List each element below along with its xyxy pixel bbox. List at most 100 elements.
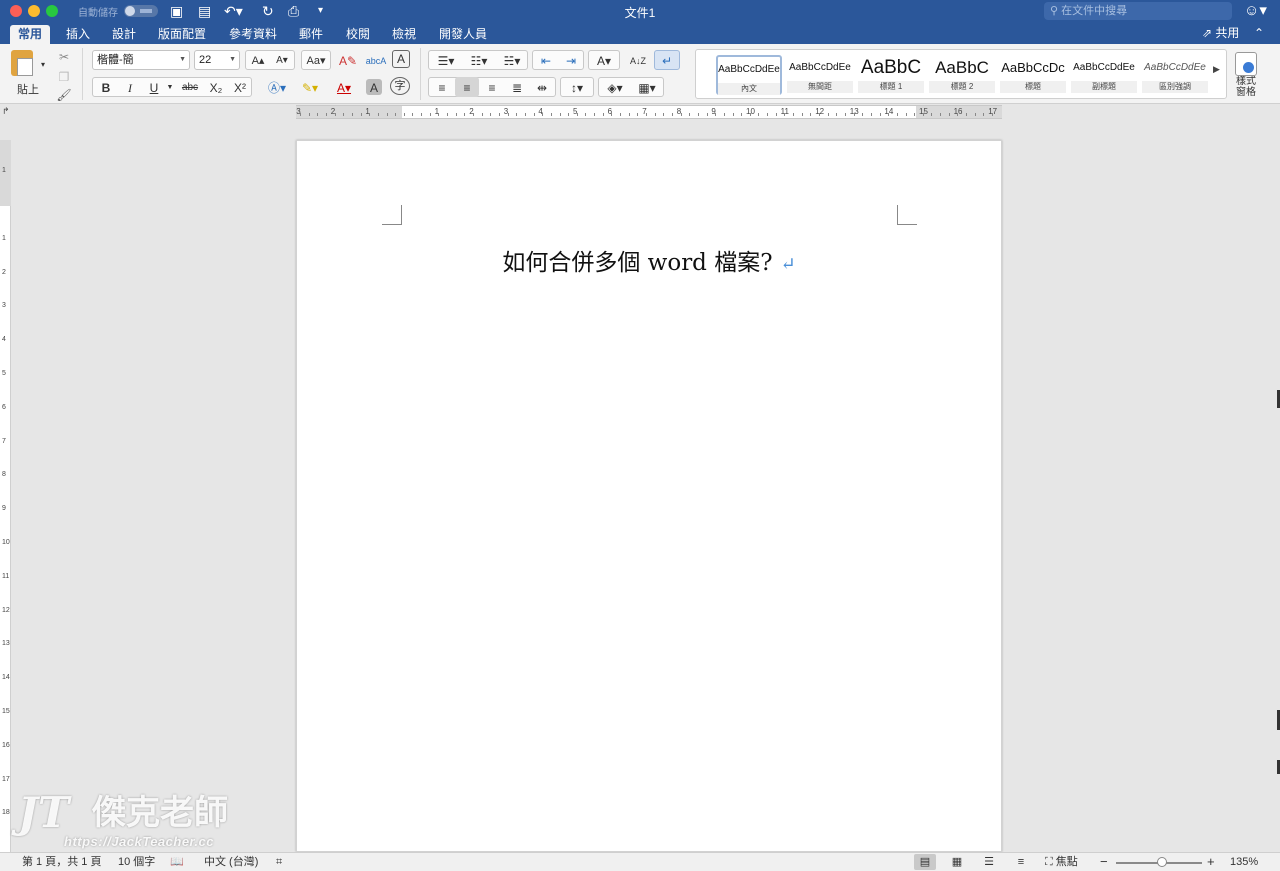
style-heading-1[interactable]: AaBbC 標題 1 (858, 55, 924, 95)
align-center-icon[interactable]: ≡ (455, 77, 479, 97)
borders-icon[interactable]: ▦▾ (632, 77, 662, 97)
font-size-select[interactable]: 22 ▼ (194, 50, 240, 70)
ruler-tick (706, 113, 708, 116)
cut-icon[interactable]: ✂ (54, 46, 74, 66)
decrease-indent-icon[interactable]: ⇤ (534, 50, 558, 70)
copy-icon[interactable]: ❐ (54, 66, 74, 86)
text-direction-icon[interactable]: A▾ (590, 50, 618, 70)
sort-icon[interactable]: A↓Z (626, 50, 650, 70)
ruler-tick (421, 113, 423, 116)
superscript-button[interactable]: X² (229, 77, 251, 97)
vertical-ruler-number: 9 (2, 505, 6, 513)
tab-review[interactable]: 校閱 (338, 25, 378, 44)
document-page[interactable]: 如何合併多個 word 檔案? ↵ (296, 140, 1002, 852)
phonetic-guide-icon[interactable]: abcA (364, 50, 388, 70)
line-spacing-icon[interactable]: ↕▾ (562, 77, 592, 97)
page-count[interactable]: 第 1 頁，共 1 頁 (22, 853, 101, 871)
web-layout-view-button[interactable]: ▦ (946, 854, 968, 870)
share-button[interactable]: ⇗ 共用 (1202, 25, 1239, 42)
redo-icon[interactable]: ↻ (262, 2, 274, 20)
sidebar-toggle-icon[interactable]: ▣ (170, 2, 183, 20)
search-input[interactable]: ⚲ 在文件中搜尋 (1044, 2, 1232, 20)
ruler-tick (663, 113, 665, 116)
tab-references[interactable]: 參考資料 (221, 25, 285, 44)
horizontal-ruler[interactable]: 3 2 1 1 2 3 4 5 6 7 8 9 10 11 12 13 14 15 16 17 (296, 105, 1002, 119)
bullets-icon[interactable]: ☰▾ (430, 50, 462, 70)
style-subtle-emphasis[interactable]: AaBbCcDdEe 區別強調 (1142, 55, 1208, 95)
tab-view[interactable]: 檢視 (384, 25, 424, 44)
style-normal[interactable]: AaBbCcDdEe 內文 (716, 55, 782, 95)
focus-mode-button[interactable]: ⛶ 焦點 (1045, 853, 1078, 871)
change-case-button[interactable]: Aa▾ (303, 50, 329, 70)
character-border-icon[interactable]: A (392, 50, 410, 68)
paste-icon[interactable] (11, 50, 33, 76)
highlight-color-icon[interactable]: ✎▾ (294, 77, 326, 97)
word-count[interactable]: 10 個字 (118, 853, 155, 871)
ruler-tick (715, 113, 717, 116)
strikethrough-button[interactable]: abc (177, 77, 203, 97)
font-name-select[interactable]: 楷體-簡 ▼ (92, 50, 190, 70)
distributed-icon[interactable]: ⇹ (530, 77, 554, 97)
vertical-ruler[interactable]: 1 1 2 3 4 5 6 7 8 9 10 11 12 13 14 15 16 17 18 (0, 140, 11, 852)
outline-view-button[interactable]: ☰ (978, 854, 1000, 870)
draft-view-button[interactable]: ≡ (1010, 854, 1032, 870)
document-heading[interactable]: 如何合併多個 word 檔案? ↵ (297, 243, 1001, 277)
feedback-smiley-icon[interactable]: ☺▾ (1244, 1, 1267, 19)
font-color-button[interactable]: A▾ (328, 77, 360, 97)
language-indicator[interactable]: 中文 (台灣) (204, 853, 258, 871)
enclose-characters-button[interactable]: 字 (390, 77, 410, 95)
save-icon[interactable]: ▤ (198, 2, 211, 20)
styles-pane-button[interactable]: 樣式 窗格 (1232, 50, 1260, 100)
vertical-ruler-number: 1 (2, 167, 6, 175)
style-sample: AaBbCcDdEe (789, 62, 851, 73)
character-shading-button[interactable]: A (366, 79, 382, 95)
customize-toolbar-icon[interactable]: ▾ (318, 2, 323, 20)
align-left-icon[interactable]: ≡ (430, 77, 454, 97)
zoom-slider-handle[interactable] (1156, 857, 1167, 867)
text-effects-icon[interactable]: Ⓐ▾ (262, 77, 292, 97)
align-right-icon[interactable]: ≡ (480, 77, 504, 97)
close-window-button[interactable] (10, 5, 22, 17)
collapse-ribbon-icon[interactable]: ⌃ (1254, 25, 1264, 42)
tab-design[interactable]: 設計 (104, 25, 144, 44)
bold-button[interactable]: B (95, 77, 117, 97)
tab-selector-icon[interactable]: ↱ (2, 106, 10, 117)
style-no-spacing[interactable]: AaBbCcDdEe 無間距 (787, 55, 853, 95)
vertical-ruler-number: 13 (2, 640, 10, 648)
italic-button[interactable]: I (119, 77, 141, 97)
zoom-in-button[interactable]: + (1207, 853, 1215, 871)
proofing-icon[interactable]: 📖 (170, 853, 184, 871)
grow-font-button[interactable]: A▴ (247, 50, 269, 70)
styles-more-arrow-icon[interactable]: ▶ (1213, 64, 1220, 75)
underline-button[interactable]: U (143, 77, 165, 97)
format-painter-icon[interactable]: 🖌 (54, 84, 74, 104)
autosave-toggle[interactable] (124, 5, 158, 17)
print-icon[interactable]: ⎙ (288, 2, 299, 20)
print-layout-view-button[interactable]: ▤ (914, 854, 936, 870)
track-changes-icon[interactable]: ⌗ (276, 853, 282, 871)
shrink-font-button[interactable]: A▾ (271, 50, 293, 70)
subscript-button[interactable]: X₂ (205, 77, 227, 97)
zoom-out-button[interactable]: − (1100, 853, 1108, 871)
justify-icon[interactable]: ≣ (505, 77, 529, 97)
show-formatting-marks-icon[interactable]: ↵ (654, 50, 680, 70)
style-subtitle[interactable]: AaBbCcDdEe 副標題 (1071, 55, 1137, 95)
tab-developer[interactable]: 開發人員 (431, 25, 495, 44)
tab-home[interactable]: 常用 (10, 25, 51, 44)
minimize-window-button[interactable] (28, 5, 40, 17)
tab-insert[interactable]: 插入 (58, 25, 98, 44)
paste-options-chevron-icon[interactable]: ▾ (38, 54, 48, 74)
clear-formatting-icon[interactable]: A✎ (336, 50, 360, 70)
multilevel-list-icon[interactable]: ☵▾ (496, 50, 528, 70)
increase-indent-icon[interactable]: ⇥ (559, 50, 583, 70)
underline-options-chevron-icon[interactable]: ▼ (165, 77, 175, 97)
shading-icon[interactable]: ◈▾ (600, 77, 630, 97)
tab-mailings[interactable]: 郵件 (291, 25, 331, 44)
style-heading-2[interactable]: AaBbC 標題 2 (929, 55, 995, 95)
zoom-level[interactable]: 135% (1230, 853, 1258, 871)
tab-layout[interactable]: 版面配置 (150, 25, 214, 44)
numbering-icon[interactable]: ☷▾ (463, 50, 495, 70)
zoom-window-button[interactable] (46, 5, 58, 17)
style-title[interactable]: AaBbCcDc 標題 (1000, 55, 1066, 95)
undo-icon[interactable]: ↶▾ (224, 2, 243, 20)
